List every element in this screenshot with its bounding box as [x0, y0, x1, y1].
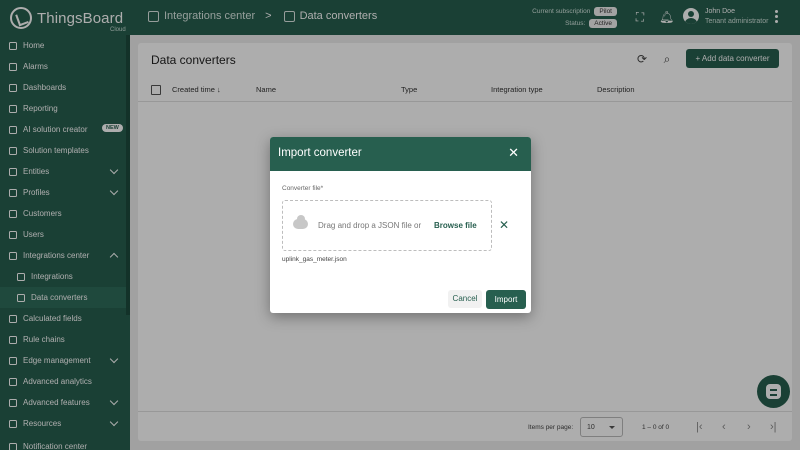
selected-file-name: uplink_gas_meter.json [282, 256, 347, 263]
clear-file-icon[interactable]: ✕ [499, 219, 509, 231]
cancel-button[interactable]: Cancel [448, 290, 482, 308]
converter-file-label: Converter file* [282, 185, 324, 192]
drop-text: Drag and drop a JSON file or [318, 221, 422, 230]
browse-file-link[interactable]: Browse file [434, 221, 477, 230]
cloud-upload-icon [293, 215, 308, 229]
dialog-header: Import converter ✕ [270, 137, 531, 171]
close-icon[interactable]: ✕ [508, 146, 519, 160]
import-converter-dialog: Import converter ✕ Converter file* Drag … [270, 137, 531, 313]
dialog-title: Import converter [278, 147, 362, 159]
import-button[interactable]: Import [486, 290, 526, 309]
file-drop-zone[interactable]: Drag and drop a JSON file or Browse file [282, 200, 492, 251]
